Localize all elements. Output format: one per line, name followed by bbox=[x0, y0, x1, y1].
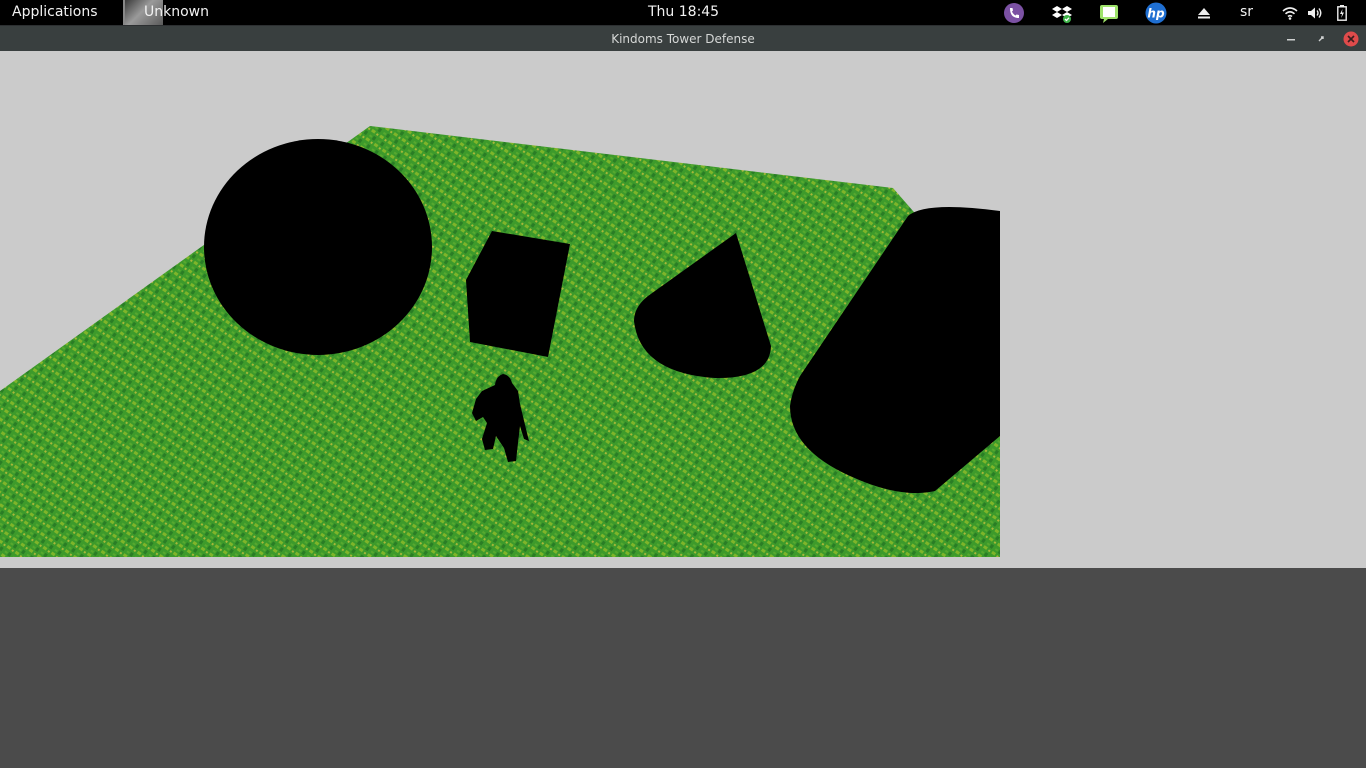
close-icon[interactable] bbox=[1342, 26, 1360, 52]
game-viewport[interactable] bbox=[0, 51, 1366, 568]
restore-icon[interactable] bbox=[1313, 26, 1329, 52]
eject-icon[interactable] bbox=[1194, 0, 1214, 25]
window-titlebar[interactable]: Kindoms Tower Defense bbox=[0, 25, 1366, 51]
wifi-icon[interactable] bbox=[1280, 0, 1300, 25]
applications-menu[interactable]: Applications bbox=[12, 4, 98, 21]
user-menu[interactable]: sr bbox=[1240, 4, 1253, 21]
volume-icon[interactable] bbox=[1305, 0, 1325, 25]
active-app-name[interactable]: Unknown bbox=[144, 4, 209, 21]
chat-icon[interactable] bbox=[1097, 0, 1121, 25]
sphere-object[interactable] bbox=[204, 139, 432, 355]
top-panel: Applications Unknown Thu 18:45 hp sr bbox=[0, 0, 1366, 25]
hp-icon[interactable]: hp bbox=[1144, 0, 1168, 25]
game-scene[interactable] bbox=[0, 51, 1366, 568]
battery-icon[interactable] bbox=[1333, 0, 1351, 25]
clock[interactable]: Thu 18:45 bbox=[648, 4, 719, 21]
dropbox-icon[interactable] bbox=[1050, 0, 1074, 25]
window-title: Kindoms Tower Defense bbox=[611, 32, 755, 46]
minimize-icon[interactable] bbox=[1283, 26, 1299, 52]
svg-text:hp: hp bbox=[1147, 6, 1165, 20]
viber-icon[interactable] bbox=[1002, 0, 1026, 25]
